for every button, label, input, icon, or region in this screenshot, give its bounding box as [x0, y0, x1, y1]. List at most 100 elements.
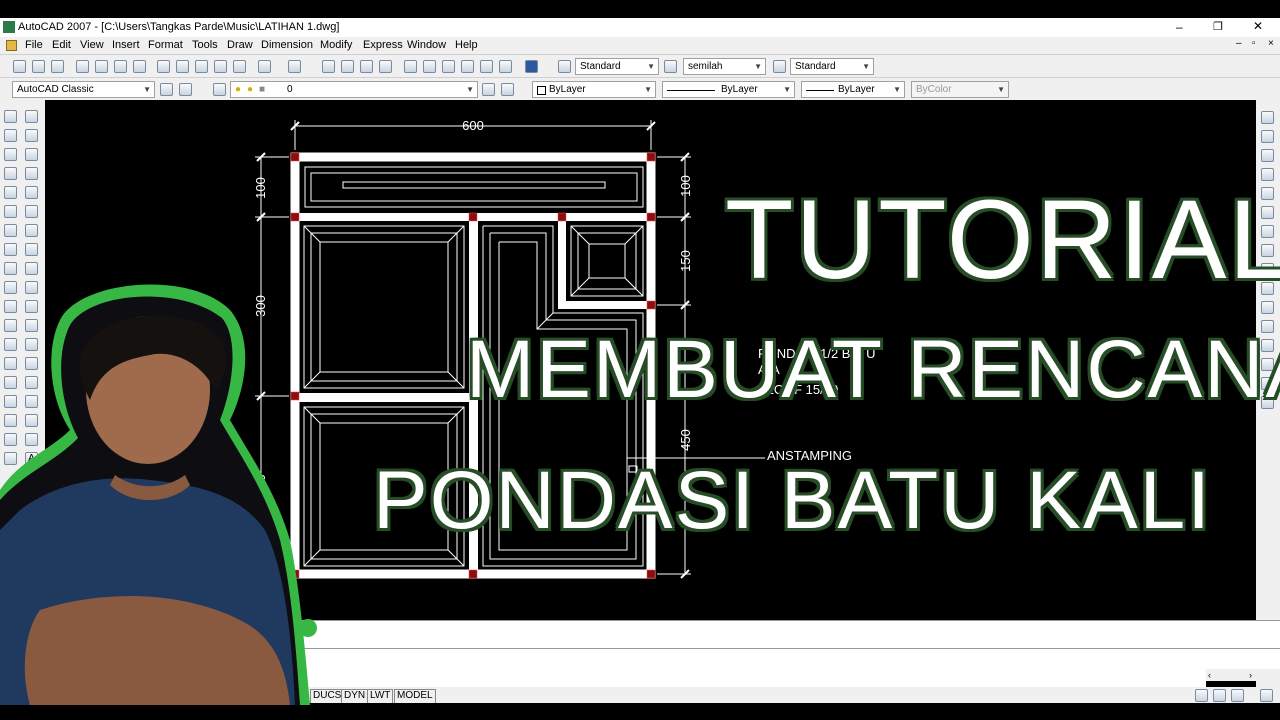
dim-style-select[interactable]: semilah ▼	[683, 58, 766, 75]
match-properties-icon[interactable]	[214, 60, 227, 73]
document-icon[interactable]	[6, 40, 17, 51]
zoom-window-icon[interactable]	[360, 60, 373, 73]
close-button[interactable]: ✕	[1253, 19, 1263, 33]
properties-icon[interactable]	[404, 60, 417, 73]
clean-screen-icon[interactable]	[1260, 689, 1273, 702]
polygon-icon[interactable]	[25, 167, 38, 180]
menu-help[interactable]: Help	[455, 39, 478, 51]
zoom-realtime-icon[interactable]	[341, 60, 354, 73]
erase-icon[interactable]	[4, 110, 17, 123]
bottom-letterbox	[0, 703, 1280, 720]
modify-icon-2[interactable]	[1261, 130, 1274, 143]
horizontal-scrollbar[interactable]: ‹ ›	[1206, 669, 1256, 681]
tool-palettes-icon[interactable]	[442, 60, 455, 73]
3d-dwf-icon[interactable]	[133, 60, 146, 73]
command-input-field[interactable]	[300, 669, 1206, 687]
line-icon[interactable]	[25, 110, 38, 123]
doc-restore-button[interactable]: ▫	[1252, 38, 1256, 49]
lwt-toggle[interactable]: LWT	[367, 689, 394, 704]
command-history[interactable]	[300, 620, 1280, 649]
menu-tools[interactable]: Tools	[192, 39, 218, 51]
open-icon[interactable]	[32, 60, 45, 73]
copy-icon[interactable]	[176, 60, 189, 73]
rotate-icon[interactable]	[4, 224, 17, 237]
design-center-icon[interactable]	[423, 60, 436, 73]
text-style-icon[interactable]	[558, 60, 571, 73]
color-value: ByLayer	[549, 84, 586, 95]
color-select[interactable]: ByLayer ▼	[532, 81, 656, 98]
plot-preview-icon[interactable]	[95, 60, 108, 73]
maximize-button[interactable]: ❐	[1213, 20, 1223, 33]
color-swatch-icon	[537, 86, 546, 95]
standard-toolbar: Standard ▼ semilah ▼ Standard ▼	[0, 54, 1280, 78]
menu-edit[interactable]: Edit	[52, 39, 71, 51]
communication-center-icon[interactable]	[1195, 689, 1208, 702]
menu-window[interactable]: Window	[407, 39, 446, 51]
mirror-icon[interactable]	[4, 148, 17, 161]
table-style-select[interactable]: Standard ▼	[790, 58, 874, 75]
menu-insert[interactable]: Insert	[112, 39, 140, 51]
new-icon[interactable]	[13, 60, 26, 73]
move-icon[interactable]	[4, 205, 17, 218]
menu-express[interactable]: Express	[363, 39, 403, 51]
menu-file[interactable]: File	[25, 39, 43, 51]
lineweight-select[interactable]: ByLayer ▼	[801, 81, 905, 98]
copy-object-icon[interactable]	[4, 129, 17, 142]
table-style-icon[interactable]	[773, 60, 786, 73]
menu-dimension[interactable]: Dimension	[261, 39, 313, 51]
calculator-icon[interactable]	[499, 60, 512, 73]
linetype-select[interactable]: ByLayer ▼	[662, 81, 795, 98]
layer-select[interactable]: ● ● ■ 0 ▼	[230, 81, 478, 98]
publish-icon[interactable]	[114, 60, 127, 73]
dim-style-icon[interactable]	[664, 60, 677, 73]
modify-icon-3[interactable]	[1261, 149, 1274, 162]
dyn-toggle[interactable]: DYN	[341, 689, 369, 704]
markup-icon[interactable]	[480, 60, 493, 73]
scale-icon[interactable]	[4, 243, 17, 256]
doc-close-button[interactable]: ×	[1268, 38, 1274, 49]
spline-icon[interactable]	[25, 262, 38, 275]
array-icon[interactable]	[4, 186, 17, 199]
revision-cloud-icon[interactable]	[25, 243, 38, 256]
construction-line-icon[interactable]	[25, 129, 38, 142]
plot-icon[interactable]	[76, 60, 89, 73]
menu-format[interactable]: Format	[148, 39, 183, 51]
doc-minimize-button[interactable]: –	[1236, 38, 1242, 49]
workspace-select[interactable]: AutoCAD Classic ▼	[12, 81, 155, 98]
model-toggle[interactable]: MODEL	[394, 689, 436, 704]
pan-icon[interactable]	[322, 60, 335, 73]
undo-icon[interactable]	[258, 60, 271, 73]
layer-previous-icon[interactable]	[501, 83, 514, 96]
modify-icon-1[interactable]	[1261, 111, 1274, 124]
block-editor-icon[interactable]	[233, 60, 246, 73]
text-style-value: Standard	[580, 61, 621, 72]
help-icon[interactable]	[525, 60, 538, 73]
save-icon[interactable]	[51, 60, 64, 73]
polyline-icon[interactable]	[25, 148, 38, 161]
menu-view[interactable]: View	[80, 39, 104, 51]
circle-icon[interactable]	[25, 224, 38, 237]
menu-draw[interactable]: Draw	[227, 39, 253, 51]
scroll-right-icon[interactable]: ›	[1249, 670, 1252, 680]
zoom-previous-icon[interactable]	[379, 60, 392, 73]
layer-manager-icon[interactable]	[213, 83, 226, 96]
make-current-layer-icon[interactable]	[482, 83, 495, 96]
text-style-select[interactable]: Standard ▼	[575, 58, 659, 75]
workspace-settings-icon[interactable]	[160, 83, 173, 96]
redo-icon[interactable]	[288, 60, 301, 73]
command-input[interactable]	[300, 648, 1280, 669]
menu-modify[interactable]: Modify	[320, 39, 352, 51]
scroll-left-icon[interactable]: ‹	[1208, 670, 1211, 680]
tray-settings-icon[interactable]	[1231, 689, 1244, 702]
modify-icon-11[interactable]	[1261, 301, 1274, 314]
minimize-button[interactable]: –	[1176, 20, 1183, 34]
save-workspace-icon[interactable]	[179, 83, 192, 96]
cut-icon[interactable]	[157, 60, 170, 73]
offset-icon[interactable]	[4, 167, 17, 180]
paste-icon[interactable]	[195, 60, 208, 73]
arc-icon[interactable]	[25, 205, 38, 218]
sheet-set-icon[interactable]	[461, 60, 474, 73]
rectangle-icon[interactable]	[25, 186, 38, 199]
stretch-icon[interactable]	[4, 262, 17, 275]
lock-toolbar-icon[interactable]	[1213, 689, 1226, 702]
